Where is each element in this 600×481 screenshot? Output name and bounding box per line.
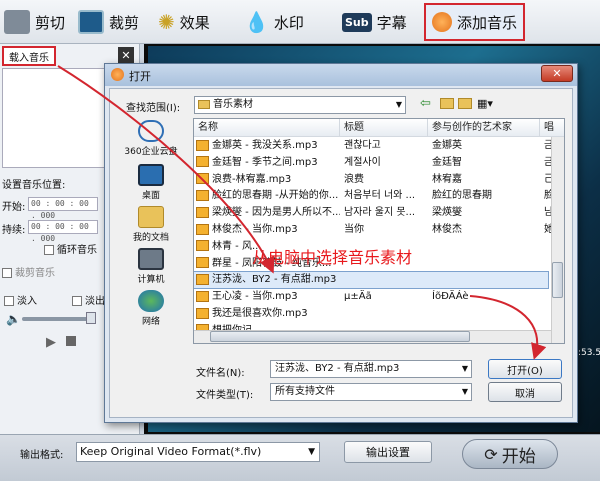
arrow-file-to-open bbox=[469, 295, 547, 360]
highlight-selected-file bbox=[194, 278, 554, 295]
annotation-arrows bbox=[57, 65, 554, 360]
arrow-load-to-list bbox=[57, 65, 275, 274]
